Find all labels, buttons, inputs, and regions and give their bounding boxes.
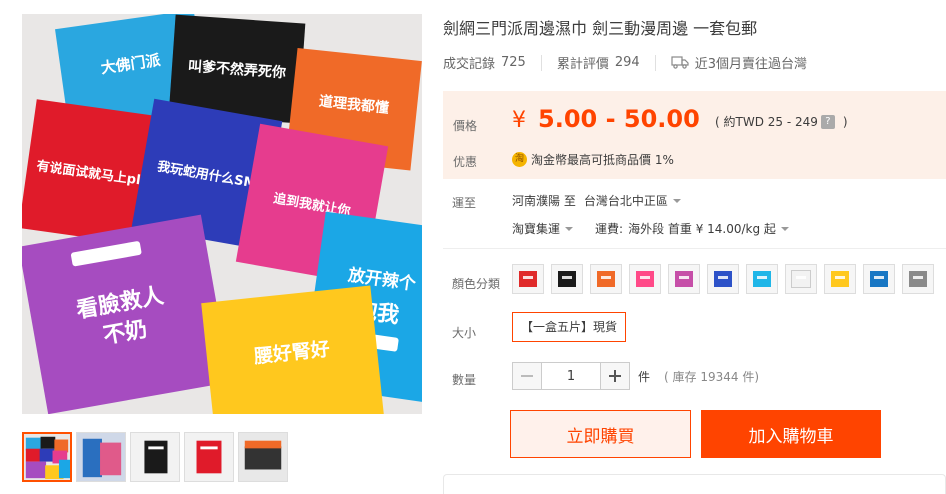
shipping-method-select[interactable]: 淘寶集運 [512, 220, 574, 237]
divider [443, 248, 946, 249]
pack-purple: 看臉救人 不奶 [22, 214, 231, 414]
thumbnail-4[interactable] [184, 432, 234, 482]
shipping-destination: 河南濮陽 至 台灣台北中正區 [512, 192, 681, 209]
swatch-thumbnail [675, 271, 693, 287]
chevron-down-icon [780, 226, 789, 231]
stock-count: ( 庫存 19344 件) [664, 369, 759, 384]
sales-label: 成交記錄 [443, 57, 496, 72]
plus-icon [609, 370, 621, 382]
thumbnail-strip [22, 432, 288, 482]
shipping-method-value: 淘寶集運 [512, 222, 561, 236]
decrement-button[interactable] [512, 362, 542, 390]
thumbnail-4-image [185, 433, 233, 481]
thumbnail-3-image [131, 433, 179, 481]
add-to-cart-button[interactable]: 加入購物車 [701, 410, 881, 458]
quantity-unit: 件 [638, 369, 651, 384]
swatch-thumbnail [791, 270, 811, 288]
color-swatch[interactable] [629, 264, 661, 294]
destination-value: 台灣台北中正區 [583, 194, 668, 208]
reviews-count[interactable]: 294 [615, 55, 640, 70]
color-swatch[interactable] [590, 264, 622, 294]
promo-row: 淘 淘金幣最高可抵商品價 1% [512, 151, 674, 168]
quantity-label: 數量 [452, 373, 477, 387]
shipping-method-row: 淘寶集運 運費: 海外段 首重 ¥ 14.00/kg 起 [512, 220, 789, 237]
pack-yellow: 腰好腎好 [201, 285, 384, 414]
swatch-thumbnail [909, 271, 927, 287]
swatch-thumbnail [636, 271, 654, 287]
product-photo: 大佛门派 叫爹不然弄死你 道理我都懂 有说面试就马上play 我玩蛇用什么SM … [22, 14, 422, 414]
color-swatch[interactable] [512, 264, 544, 294]
quantity-stepper: 件 ( 庫存 19344 件) [512, 362, 759, 390]
swatch-thumbnail [753, 271, 771, 287]
shipping-fee-value: 海外段 首重 ¥ 14.00/kg 起 [628, 222, 776, 236]
color-swatch[interactable] [785, 264, 817, 294]
price-panel: 價格 ¥5.00 - 50.00 ( 約TWD 25 - 249 ? ) 优惠 … [443, 91, 946, 179]
shipping-fee-label: 運費: [595, 222, 624, 236]
twd-range: ( 約TWD 25 - 249 [715, 115, 818, 129]
swatch-thumbnail [597, 271, 615, 287]
truck-icon [671, 56, 689, 69]
color-swatch[interactable] [551, 264, 583, 294]
reviews-label[interactable]: 累計評價 [557, 53, 609, 72]
color-swatch[interactable] [668, 264, 700, 294]
size-label: 大小 [452, 326, 477, 340]
ship-origin: 河南濮陽 至 [512, 194, 576, 208]
stats-divider [540, 54, 542, 71]
thumbnail-1[interactable] [22, 432, 72, 482]
currency-symbol: ¥ [512, 108, 526, 133]
stats-divider [654, 54, 656, 71]
destination-select[interactable]: 台灣台北中正區 [584, 192, 681, 209]
twd-close: ) [842, 114, 848, 129]
buy-now-button[interactable]: 立即購買 [510, 410, 691, 458]
color-swatches [512, 264, 934, 294]
taobao-coin-icon: 淘 [512, 152, 527, 167]
shipping-fee-select[interactable]: 海外段 首重 ¥ 14.00/kg 起 [628, 220, 789, 237]
thumbnail-1-image [24, 434, 70, 480]
price-value: 5.00 - 50.00 [538, 105, 700, 133]
price-label: 價格 [453, 119, 478, 133]
help-icon[interactable]: ? [820, 114, 835, 129]
product-stats: 成交記錄 725 累計評價 294 近3個月賣往過台灣 [443, 53, 807, 72]
product-main-image[interactable]: 大佛门派 叫爹不然弄死你 道理我都懂 有说面试就马上play 我玩蛇用什么SM … [22, 14, 422, 414]
swatch-thumbnail [519, 271, 537, 287]
product-title: 劍網三門派周邊濕巾 劍三動漫周邊 一套包郵 [443, 19, 758, 38]
price-range: ¥5.00 - 50.00 [512, 105, 700, 133]
swatch-thumbnail [870, 271, 888, 287]
promo-label: 优惠 [453, 155, 478, 169]
thumbnail-2[interactable] [76, 432, 126, 482]
increment-button[interactable] [600, 362, 630, 390]
color-swatch[interactable] [824, 264, 856, 294]
size-option[interactable]: 【一盒五片】現貨 [512, 312, 627, 342]
thumbnail-2-image [77, 433, 125, 481]
chevron-down-icon [565, 226, 574, 231]
thumbnail-3[interactable] [130, 432, 180, 482]
quantity-input[interactable] [542, 362, 600, 390]
ship-note: 近3個月賣往過台灣 [694, 57, 807, 72]
color-swatch[interactable] [707, 264, 739, 294]
promo-text: 淘金幣最高可抵商品價 1% [531, 153, 674, 167]
color-swatch[interactable] [863, 264, 895, 294]
minus-icon [521, 375, 533, 377]
swatch-thumbnail [714, 271, 732, 287]
swatch-thumbnail [558, 271, 576, 287]
color-swatch[interactable] [746, 264, 778, 294]
color-label: 顏色分類 [452, 277, 501, 291]
swatch-thumbnail [831, 271, 849, 287]
thumbnail-5[interactable] [238, 432, 288, 482]
color-swatch[interactable] [902, 264, 934, 294]
twd-estimate: ( 約TWD 25 - 249 ? ) [715, 113, 848, 130]
shipping-label: 運至 [452, 196, 477, 210]
sales-count: 725 [501, 55, 526, 70]
thumbnail-5-image [239, 433, 287, 481]
chevron-down-icon [672, 198, 681, 203]
lower-panel [443, 474, 946, 494]
